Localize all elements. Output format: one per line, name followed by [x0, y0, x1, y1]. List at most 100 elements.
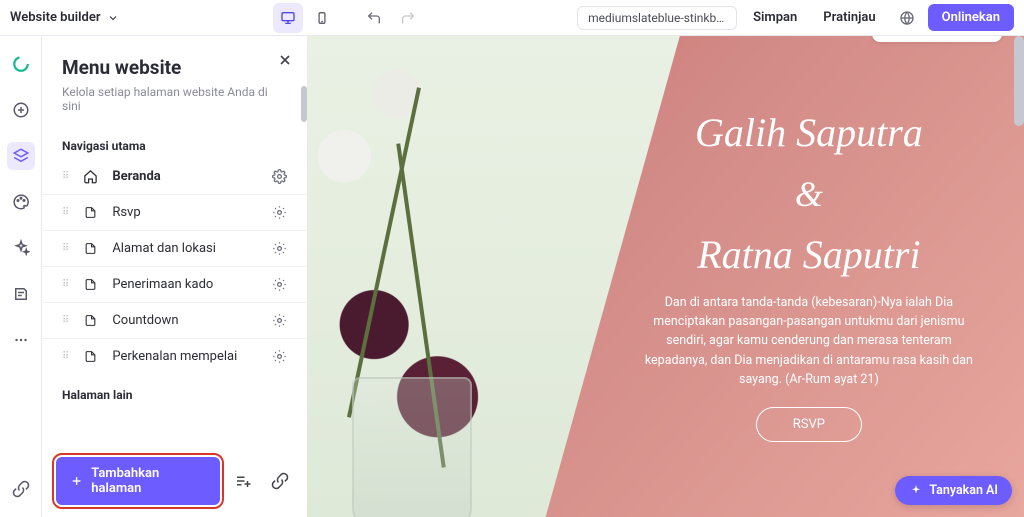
publish-button[interactable]: Onlinekan	[928, 4, 1014, 31]
hero-section[interactable]: Galih Saputra & Ratna Saputri Dan di ant…	[307, 36, 1024, 517]
layers-icon	[12, 147, 30, 165]
page-settings-button[interactable]	[272, 349, 287, 364]
flower-vase	[352, 377, 472, 517]
hero-text: Galih Saputra & Ratna Saputri Dan di ant…	[594, 36, 1024, 517]
gear-icon	[272, 205, 287, 220]
other-pages-label: Halaman lain	[42, 374, 307, 408]
toolrail-style[interactable]	[7, 188, 35, 216]
canvas-scrollbar-track[interactable]	[1014, 36, 1024, 517]
drag-handle-icon[interactable]: ⠿	[62, 174, 68, 179]
flower-stem	[347, 87, 421, 417]
toolrail-blog[interactable]	[7, 280, 35, 308]
file-icon	[82, 241, 98, 256]
canvas: Galih Saputra & Ratna Saputri Dan di ant…	[307, 36, 1024, 517]
desktop-icon	[280, 10, 296, 26]
home-icon	[82, 169, 98, 184]
topbar-right: mediumslateblue-stinkbug-3… Simpan Prati…	[577, 3, 1014, 33]
gear-icon	[272, 349, 287, 364]
add-page-button[interactable]: Tambahkan halaman	[56, 457, 220, 505]
topbar: Website builder mediumslateblue-stinkbug…	[0, 0, 1024, 36]
page-settings-button[interactable]	[272, 205, 287, 220]
gear-icon	[272, 241, 287, 256]
note-icon	[12, 285, 30, 303]
close-icon	[277, 52, 293, 68]
nav-list: ⠿ Beranda ⠿ Rsvp ⠿ Alamat dan lokasi ⠿	[42, 159, 307, 374]
file-icon	[82, 277, 98, 292]
drag-handle-icon[interactable]: ⠿	[62, 354, 68, 359]
page-settings-button[interactable]	[272, 313, 287, 328]
nav-item-alamat[interactable]: ⠿ Alamat dan lokasi	[42, 231, 307, 267]
website-builder-dropdown[interactable]: Website builder	[10, 10, 119, 25]
mobile-icon	[315, 10, 329, 26]
drag-handle-icon[interactable]: ⠿	[62, 318, 68, 323]
nav-item-label: Alamat dan lokasi	[112, 241, 258, 256]
nav-item-beranda[interactable]: ⠿ Beranda	[42, 159, 307, 195]
ask-ai-button[interactable]: Tanyakan AI	[895, 476, 1012, 505]
nav-item-countdown[interactable]: ⠿ Countdown	[42, 303, 307, 339]
link-icon	[271, 472, 289, 490]
nav-item-perkenalan[interactable]: ⠿ Perkenalan mempelai	[42, 339, 307, 374]
dots-icon	[12, 331, 30, 349]
gear-icon	[272, 277, 287, 292]
undo-button[interactable]	[359, 3, 389, 33]
file-icon	[82, 349, 98, 364]
device-desktop-button[interactable]	[273, 3, 303, 33]
add-link-button[interactable]	[266, 467, 293, 495]
page-settings-button[interactable]	[272, 241, 287, 256]
site-name-pill[interactable]: mediumslateblue-stinkbug-3…	[577, 6, 737, 30]
toolrail	[0, 36, 42, 517]
main: Menu website Kelola setiap halaman websi…	[0, 36, 1024, 517]
file-icon	[82, 205, 98, 220]
builder-label: Website builder	[10, 10, 101, 25]
sparkle-icon	[12, 239, 30, 257]
sidepanel: Menu website Kelola setiap halaman websi…	[42, 36, 307, 517]
rsvp-button[interactable]: RSVP	[756, 407, 862, 442]
hero-paragraph: Dan di antara tanda-tanda (kebesaran)-Ny…	[634, 293, 984, 390]
save-button[interactable]: Simpan	[743, 4, 807, 31]
page-settings-button[interactable]	[272, 169, 287, 184]
close-panel-button[interactable]	[277, 52, 293, 68]
nav-item-label: Rsvp	[112, 205, 258, 220]
redo-button[interactable]	[393, 3, 423, 33]
gear-icon	[272, 313, 287, 328]
brand-icon	[12, 55, 30, 73]
globe-button[interactable]	[892, 3, 922, 33]
link-icon	[12, 480, 30, 498]
ampersand: &	[795, 173, 823, 215]
device-mobile-button[interactable]	[307, 3, 337, 33]
topbar-center	[125, 3, 572, 33]
nav-item-kado[interactable]: ⠿ Penerimaan kado	[42, 267, 307, 303]
toolrail-ai[interactable]	[7, 234, 35, 262]
drag-handle-icon[interactable]: ⠿	[62, 246, 68, 251]
palette-icon	[12, 193, 30, 211]
panel-title: Menu website	[62, 56, 287, 79]
nav-item-label: Beranda	[112, 169, 258, 184]
canvas-scrollbar-thumb[interactable]	[1014, 36, 1024, 126]
toolrail-more[interactable]	[7, 326, 35, 354]
add-dropdown-button[interactable]	[230, 467, 257, 495]
preview-button[interactable]: Pratinjau	[813, 4, 885, 31]
ask-ai-label: Tanyakan AI	[929, 483, 998, 498]
page-settings-button[interactable]	[272, 277, 287, 292]
toolrail-pages[interactable]	[7, 142, 35, 170]
plus-circle-icon	[12, 101, 30, 119]
topbar-left: Website builder	[10, 10, 119, 25]
couple-name-1: Galih Saputra	[695, 111, 923, 155]
list-plus-icon	[234, 472, 252, 490]
nav-item-label: Countdown	[112, 313, 258, 328]
drag-handle-icon[interactable]: ⠿	[62, 282, 68, 287]
undo-icon	[366, 10, 382, 26]
file-icon	[82, 313, 98, 328]
redo-icon	[400, 10, 416, 26]
nav-item-label: Perkenalan mempelai	[112, 349, 258, 364]
gear-icon	[272, 169, 287, 184]
toolrail-link[interactable]	[7, 475, 35, 503]
nav-item-rsvp[interactable]: ⠿ Rsvp	[42, 195, 307, 231]
drag-handle-icon[interactable]: ⠿	[62, 210, 68, 215]
sidepanel-footer: Tambahkan halaman	[42, 445, 307, 517]
chevron-down-icon	[107, 12, 119, 24]
sparkle-icon	[909, 484, 923, 498]
toolrail-logo[interactable]	[7, 50, 35, 78]
toolrail-add[interactable]	[7, 96, 35, 124]
main-nav-label: Navigasi utama	[42, 125, 307, 159]
